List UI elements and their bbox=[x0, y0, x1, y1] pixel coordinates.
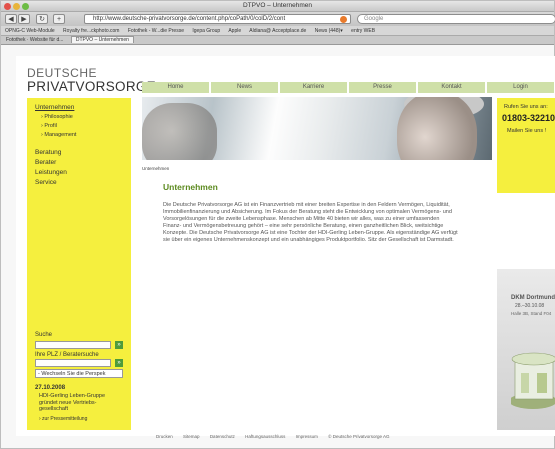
sidebar-item-leistungen[interactable]: Leistungen bbox=[35, 169, 67, 176]
promo-title: DKM Dortmund bbox=[511, 295, 555, 301]
footer-link-impressum[interactable]: Impressum bbox=[296, 434, 318, 439]
plz-input[interactable] bbox=[35, 359, 111, 367]
search-go-button[interactable]: » bbox=[115, 341, 123, 349]
sidebar-item-unternehmen[interactable]: Unternehmen bbox=[35, 104, 74, 111]
sidebar-item-berater[interactable]: Berater bbox=[35, 159, 56, 166]
body-text: Die Deutsche Privatvorsorge AG ist ein F… bbox=[163, 202, 458, 243]
phone-number: 01803-322102 bbox=[502, 113, 555, 123]
address-bar[interactable]: http://www.deutsche-privatvorsorge.de/co… bbox=[84, 14, 351, 24]
browser-window: DTPVO – Unternehmen ◀ ▶ ↻ + http://www.d… bbox=[0, 0, 555, 449]
hero-face-right bbox=[397, 97, 477, 160]
nav-home[interactable]: Home bbox=[142, 82, 211, 93]
bookmark-item[interactable]: Igepa Group bbox=[192, 28, 220, 34]
bookmark-item[interactable]: entry WEB bbox=[351, 28, 375, 34]
promo-hall: Halle 3B, Stand F04 bbox=[511, 311, 552, 316]
title-bar: DTPVO – Unternehmen bbox=[1, 1, 554, 12]
reload-icon[interactable]: ↻ bbox=[36, 14, 48, 24]
sidebar-item-beratung[interactable]: Beratung bbox=[35, 149, 61, 156]
bookmark-item[interactable]: Royalty fre...ckphoto.com bbox=[63, 28, 119, 34]
nav-kontakt[interactable]: Kontakt bbox=[418, 82, 487, 93]
footer-link-haftung[interactable]: Haftungsausschluss bbox=[245, 434, 285, 439]
browser-toolbar: ◀ ▶ ↻ + http://www.deutsche-privatvorsor… bbox=[1, 12, 555, 26]
bookmark-item[interactable]: News (448)▾ bbox=[315, 28, 343, 34]
footer-link-datenschutz[interactable]: Datenschutz bbox=[210, 434, 235, 439]
press-release-link[interactable]: › zur Pressemitteilung bbox=[39, 416, 87, 422]
sidebar-subitem-philosophie[interactable]: › Philosophie bbox=[41, 114, 73, 120]
forward-button[interactable]: ▶ bbox=[18, 14, 30, 24]
add-bookmark-button[interactable]: + bbox=[53, 14, 65, 24]
search-input[interactable] bbox=[35, 341, 111, 349]
logo-line1[interactable]: DEUTSCHE bbox=[27, 66, 97, 80]
contact-box: Rufen Sie uns an: 01803-322102 Mailen Si… bbox=[497, 98, 555, 193]
footer: Drucken Sitemap Datenschutz Haftungsauss… bbox=[156, 434, 476, 439]
fair-promo[interactable]: DKM Dortmund 28.–30.10.08 Halle 3B, Stan… bbox=[497, 269, 555, 430]
footer-copyright: © Deutsche Privatvorsorge AG bbox=[328, 434, 390, 439]
footer-link-drucken[interactable]: Drucken bbox=[156, 434, 173, 439]
bookmark-item[interactable]: OPNG-C Web-Module bbox=[5, 28, 55, 34]
breadcrumb: Unternehmen bbox=[142, 166, 170, 171]
main-navigation: Home News Karriere Presse Kontakt Login bbox=[142, 82, 555, 93]
mail-link[interactable]: Mailen Sie uns ! bbox=[507, 128, 546, 134]
logo-text: PRIVATVORSORGE bbox=[27, 79, 156, 94]
bookmark-item[interactable]: Apple bbox=[228, 28, 241, 34]
plz-go-button[interactable]: » bbox=[115, 359, 123, 367]
bookmark-item[interactable]: Fotothek - W...die Presse bbox=[128, 28, 184, 34]
rss-icon[interactable] bbox=[340, 16, 347, 23]
news-date: 27.10.2008 bbox=[35, 385, 66, 391]
search-field[interactable]: Google bbox=[357, 14, 555, 24]
sidebar-item-service[interactable]: Service bbox=[35, 179, 57, 186]
tab-bar: Fotothek · Website für d... DTPVO – Unte… bbox=[1, 36, 554, 45]
promo-dates: 28.–30.10.08 bbox=[515, 303, 545, 309]
web-page: DEUTSCHE PRIVATVORSORGEAG Home News Karr… bbox=[16, 56, 555, 439]
footer-link-sitemap[interactable]: Sitemap bbox=[183, 434, 200, 439]
window-title: DTPVO – Unternehmen bbox=[242, 2, 312, 9]
sidebar-subitem-profil[interactable]: › Profil bbox=[41, 123, 57, 129]
nav-news[interactable]: News bbox=[211, 82, 280, 93]
nav-karriere[interactable]: Karriere bbox=[280, 82, 349, 93]
hero-image bbox=[142, 97, 492, 160]
page-title: Unternehmen bbox=[163, 182, 218, 192]
bookmark-item[interactable]: Aldiana@ Acceptplace.de bbox=[249, 28, 306, 34]
tab-fotothek[interactable]: Fotothek · Website für d... bbox=[6, 37, 63, 43]
call-label: Rufen Sie uns an: bbox=[504, 104, 548, 110]
booth-illustration bbox=[511, 352, 555, 409]
perspective-select[interactable]: - Wechseln Sie die Perspek bbox=[35, 369, 123, 378]
nav-login[interactable]: Login bbox=[487, 82, 555, 93]
news-text: HDI-Gerling Leben-Gruppe gründet neue Ve… bbox=[39, 393, 106, 412]
nav-presse[interactable]: Presse bbox=[349, 82, 418, 93]
tab-unternehmen[interactable]: DTPVO – Unternehmen bbox=[70, 36, 134, 43]
sidebar: Unternehmen › Philosophie › Profil › Man… bbox=[27, 98, 131, 430]
search-label: Suche bbox=[35, 332, 53, 338]
hero-face-left bbox=[142, 103, 217, 160]
sidebar-subitem-management[interactable]: › Management bbox=[41, 132, 76, 138]
bookmarks-bar: OPNG-C Web-Module Royalty fre...ckphoto.… bbox=[1, 26, 554, 36]
plz-label: Ihre PLZ / Beratersuche bbox=[35, 352, 99, 358]
back-button[interactable]: ◀ bbox=[5, 14, 17, 24]
